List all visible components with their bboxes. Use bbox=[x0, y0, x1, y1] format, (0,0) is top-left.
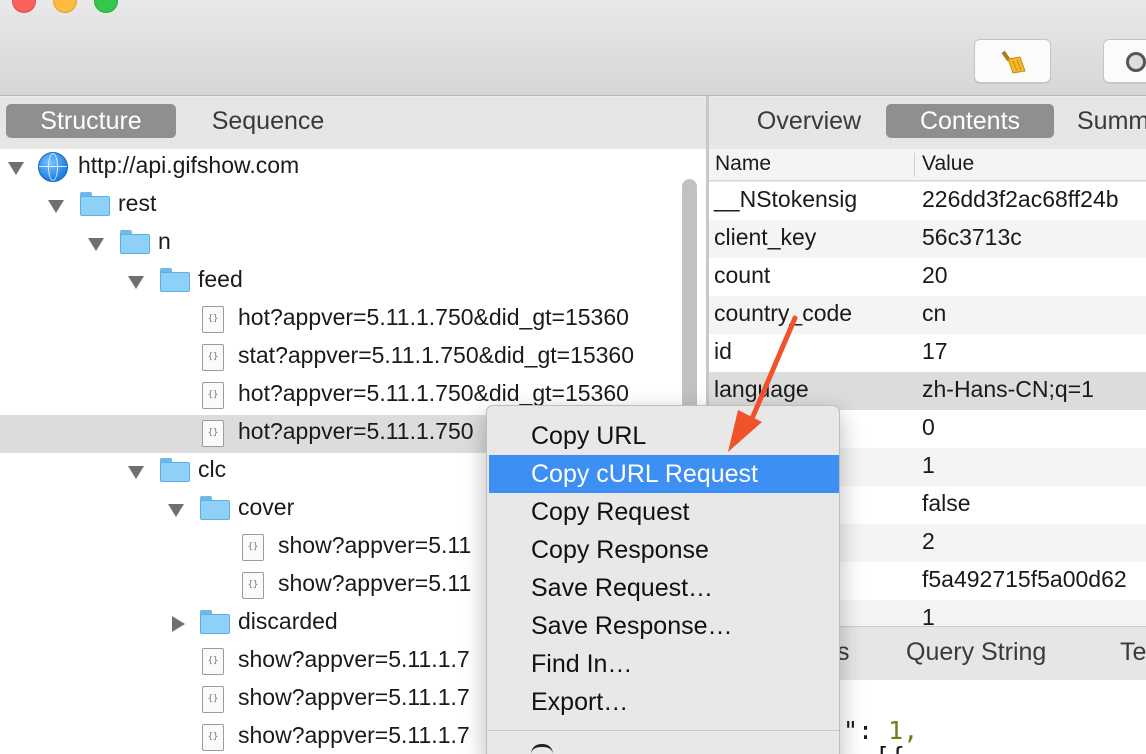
annotation-arrow-icon bbox=[728, 315, 798, 452]
